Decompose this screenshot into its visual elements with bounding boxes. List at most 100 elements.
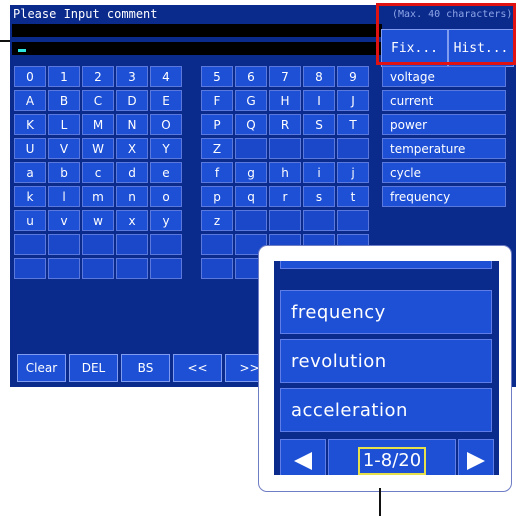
key[interactable]: Y (150, 138, 182, 159)
key[interactable]: N (116, 114, 148, 135)
prev-page-button[interactable] (280, 439, 326, 475)
key[interactable]: v (48, 210, 80, 231)
key[interactable]: R (269, 114, 301, 135)
key[interactable]: C (82, 90, 114, 111)
backspace-button[interactable]: BS (121, 354, 170, 382)
key[interactable]: E (150, 90, 182, 111)
key[interactable]: u (14, 210, 46, 231)
key[interactable]: F (201, 90, 233, 111)
key[interactable]: n (116, 186, 148, 207)
key[interactable]: A (14, 90, 46, 111)
key[interactable]: 7 (269, 66, 301, 87)
key[interactable]: 9 (337, 66, 369, 87)
key[interactable]: x (116, 210, 148, 231)
key[interactable]: P (201, 114, 233, 135)
key[interactable] (150, 258, 182, 279)
key[interactable]: Q (235, 114, 267, 135)
key[interactable]: Z (201, 138, 233, 159)
key[interactable]: q (235, 186, 267, 207)
key[interactable] (116, 234, 148, 255)
key[interactable]: t (337, 186, 369, 207)
key[interactable]: I (303, 90, 335, 111)
key[interactable]: s (303, 186, 335, 207)
key[interactable]: V (48, 138, 80, 159)
key[interactable]: z (201, 210, 233, 231)
key[interactable] (337, 210, 369, 231)
key[interactable]: O (150, 114, 182, 135)
key[interactable]: y (150, 210, 182, 231)
key[interactable]: i (303, 162, 335, 183)
key[interactable]: a (14, 162, 46, 183)
del-button[interactable]: DEL (69, 354, 118, 382)
key[interactable]: w (82, 210, 114, 231)
key[interactable]: o (150, 186, 182, 207)
comment-text-field-line2[interactable] (12, 42, 382, 55)
key[interactable]: 3 (116, 66, 148, 87)
key[interactable]: K (14, 114, 46, 135)
clear-button[interactable]: Clear (17, 354, 66, 382)
key[interactable]: p (201, 186, 233, 207)
word-item[interactable]: power (382, 114, 506, 135)
key[interactable]: T (337, 114, 369, 135)
magnified-item-frequency[interactable]: frequency (280, 290, 492, 334)
word-item[interactable]: frequency (382, 186, 506, 207)
key[interactable]: h (269, 162, 301, 183)
key[interactable]: G (235, 90, 267, 111)
word-item[interactable]: temperature (382, 138, 506, 159)
key[interactable]: k (14, 186, 46, 207)
key[interactable] (116, 258, 148, 279)
key[interactable]: W (82, 138, 114, 159)
word-item[interactable]: current (382, 90, 506, 111)
key[interactable]: J (337, 90, 369, 111)
key[interactable] (269, 138, 301, 159)
key[interactable] (303, 138, 335, 159)
key[interactable]: L (48, 114, 80, 135)
magnified-item-revolution[interactable]: revolution (280, 339, 492, 383)
key[interactable] (337, 138, 369, 159)
key[interactable]: B (48, 90, 80, 111)
key[interactable]: c (82, 162, 114, 183)
key[interactable]: 0 (14, 66, 46, 87)
key[interactable] (82, 258, 114, 279)
key[interactable] (269, 210, 301, 231)
key[interactable]: X (116, 138, 148, 159)
key[interactable] (235, 210, 267, 231)
key[interactable] (14, 258, 46, 279)
key[interactable]: d (116, 162, 148, 183)
magnified-row-partial (280, 261, 492, 269)
cursor-left-button[interactable]: << (173, 354, 222, 382)
word-item[interactable]: voltage (382, 66, 506, 87)
key[interactable] (303, 210, 335, 231)
key[interactable]: S (303, 114, 335, 135)
key[interactable]: 4 (150, 66, 182, 87)
key[interactable]: 5 (201, 66, 233, 87)
key[interactable] (48, 234, 80, 255)
key[interactable] (201, 234, 233, 255)
word-item[interactable]: cycle (382, 162, 506, 183)
key[interactable]: 2 (82, 66, 114, 87)
key[interactable] (14, 234, 46, 255)
key[interactable] (201, 258, 233, 279)
comment-text-field[interactable] (12, 24, 382, 37)
key[interactable]: D (116, 90, 148, 111)
key[interactable]: H (269, 90, 301, 111)
key[interactable]: g (235, 162, 267, 183)
next-page-button[interactable] (458, 439, 494, 475)
key[interactable] (235, 138, 267, 159)
key[interactable]: l (48, 186, 80, 207)
key[interactable]: e (150, 162, 182, 183)
key[interactable]: m (82, 186, 114, 207)
key[interactable]: f (201, 162, 233, 183)
key[interactable] (82, 234, 114, 255)
key[interactable]: j (337, 162, 369, 183)
magnified-item-acceleration[interactable]: acceleration (280, 388, 492, 432)
key[interactable]: r (269, 186, 301, 207)
key[interactable]: U (14, 138, 46, 159)
key[interactable]: 1 (48, 66, 80, 87)
key[interactable]: 8 (303, 66, 335, 87)
key[interactable]: b (48, 162, 80, 183)
key[interactable]: 6 (235, 66, 267, 87)
key[interactable]: M (82, 114, 114, 135)
key[interactable] (150, 234, 182, 255)
key[interactable] (48, 258, 80, 279)
